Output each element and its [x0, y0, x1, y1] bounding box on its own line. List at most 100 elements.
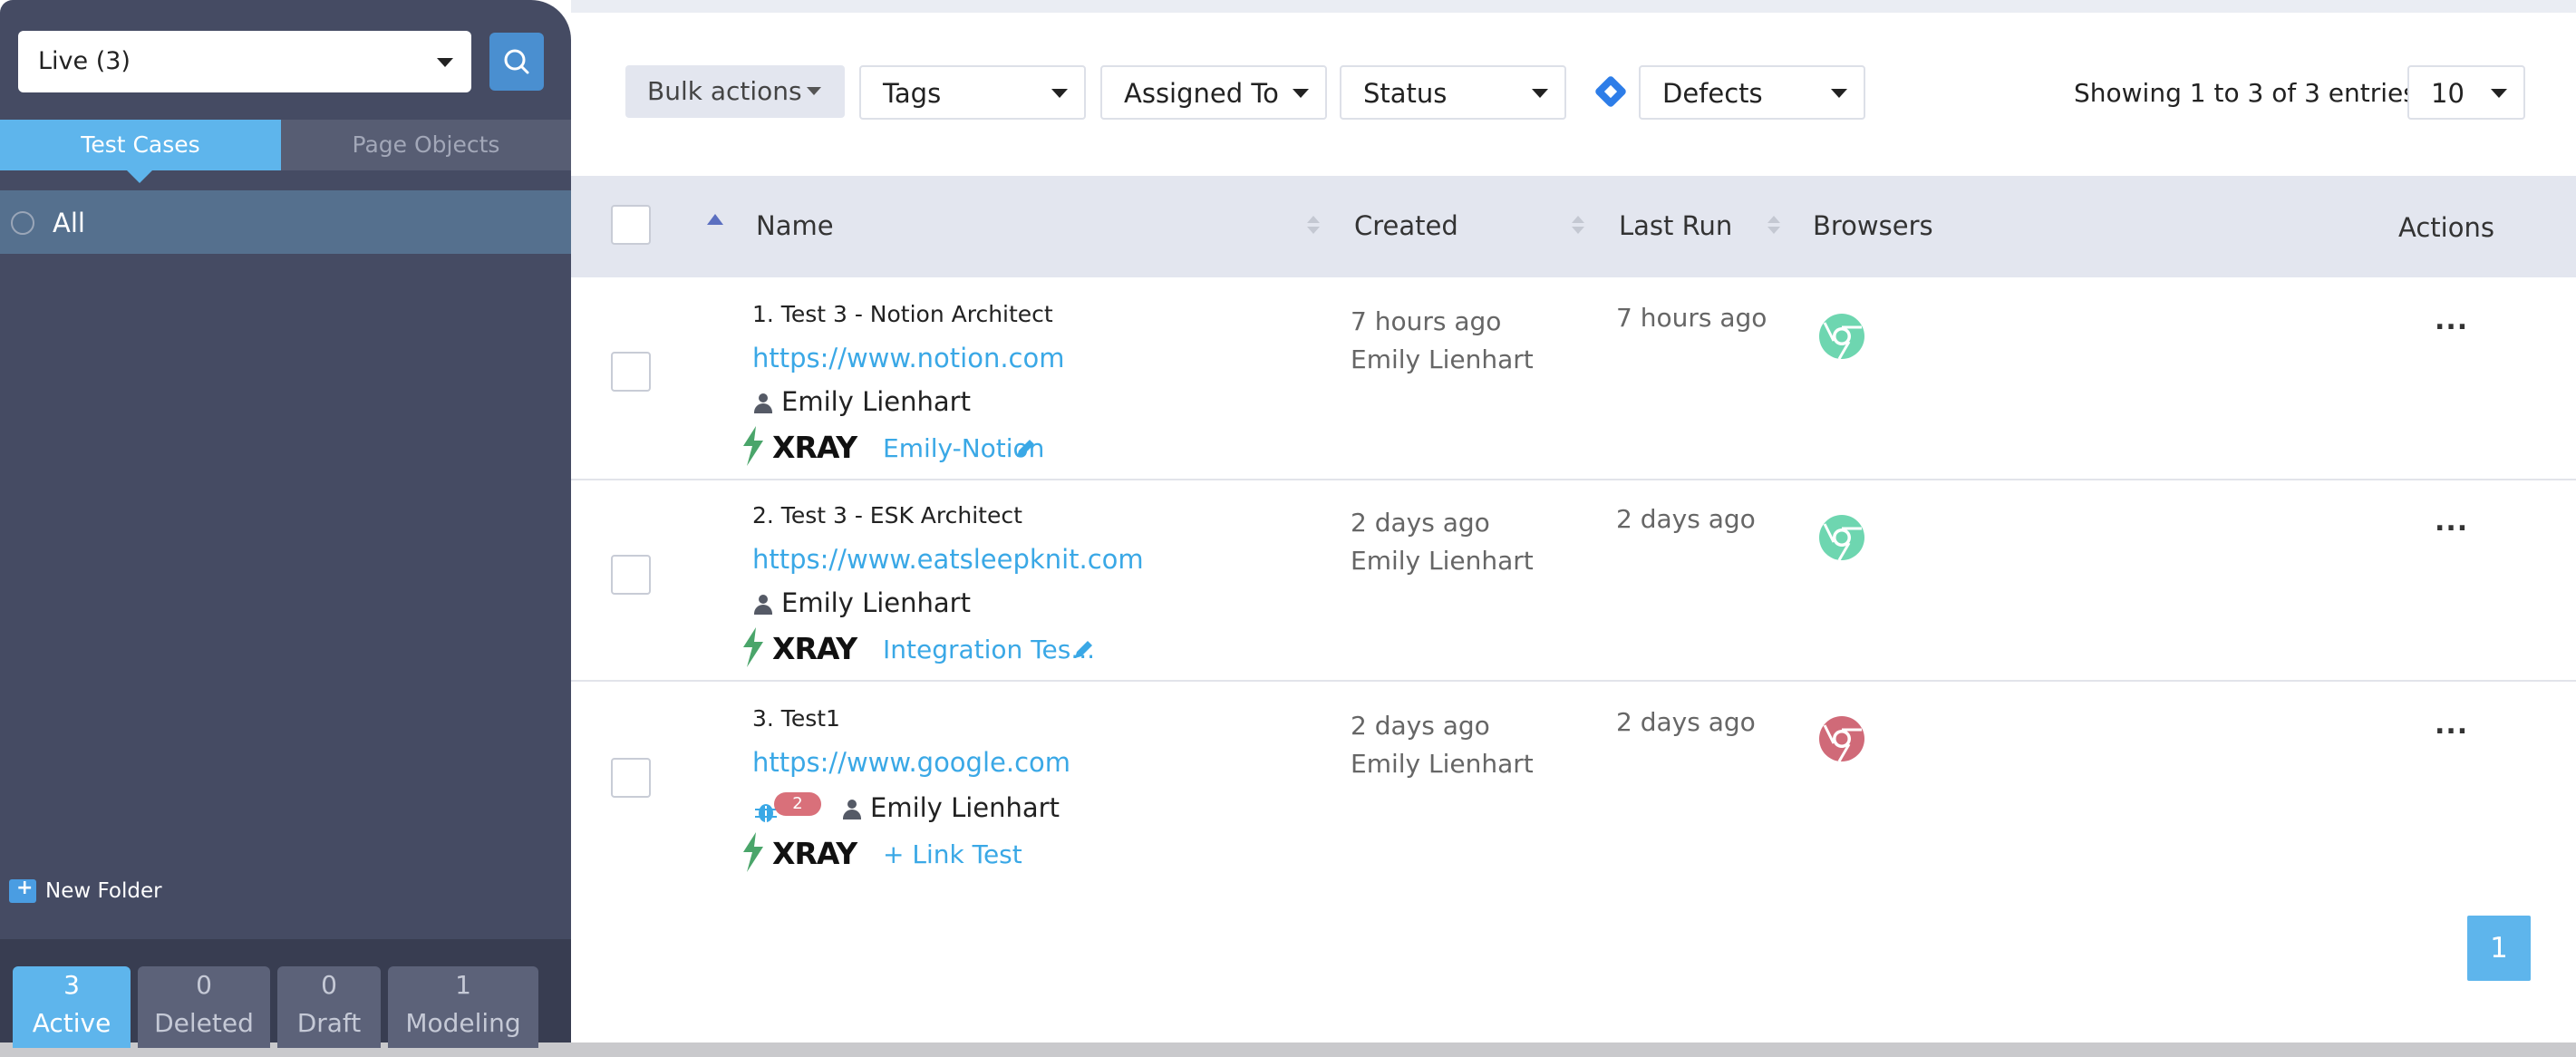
- select-all-checkbox[interactable]: [611, 205, 651, 245]
- edit-pencil-icon[interactable]: [1013, 437, 1037, 461]
- xray-bolt-icon: [743, 627, 763, 667]
- page-size-value: 10: [2431, 78, 2465, 109]
- row-actions-menu[interactable]: ...: [2435, 305, 2468, 336]
- xray-bolt-icon: [743, 426, 763, 466]
- created-info: 7 hours ago Emily Lienhart: [1351, 303, 1534, 379]
- sidebar-tabs: Test Cases Page Objects: [0, 120, 571, 183]
- created-by: Emily Lienhart: [1351, 749, 1534, 779]
- xray-logo: XRAY: [772, 631, 857, 666]
- owner-name: Emily Lienhart: [870, 792, 1060, 823]
- page-size-select[interactable]: 10: [2407, 65, 2525, 120]
- pagination-page-1[interactable]: 1: [2467, 916, 2531, 981]
- count-value: 0: [196, 970, 212, 1000]
- test-name[interactable]: 1. Test 3 - Notion Architect: [752, 301, 1053, 327]
- created-by: Emily Lienhart: [1351, 344, 1534, 374]
- folder-item-all[interactable]: All: [0, 190, 571, 254]
- xray-logo: XRAY: [772, 430, 857, 465]
- sort-icon[interactable]: [1767, 227, 1780, 234]
- top-divider: [571, 0, 2576, 13]
- last-run: 7 hours ago: [1616, 303, 1767, 333]
- count-label: Deleted: [154, 1008, 254, 1038]
- chrome-icon[interactable]: [1817, 312, 1866, 361]
- bulk-actions-button[interactable]: Bulk actions: [625, 65, 845, 118]
- created-time: 2 days ago: [1351, 711, 1490, 741]
- test-url[interactable]: https://www.notion.com: [752, 343, 1065, 373]
- test-name[interactable]: 3. Test1: [752, 705, 840, 732]
- radio-icon: [11, 211, 34, 235]
- xray-bolt-icon: [743, 832, 763, 872]
- status-dropdown[interactable]: Status: [1340, 65, 1566, 120]
- owner-name: Emily Lienhart: [781, 587, 971, 618]
- count-value: 0: [321, 970, 337, 1000]
- defects-badge[interactable]: 2: [752, 792, 830, 827]
- last-run: 2 days ago: [1616, 504, 1756, 534]
- xray-logo: XRAY: [772, 836, 857, 871]
- sort-asc-icon[interactable]: [707, 214, 723, 225]
- project-select[interactable]: Live (3): [18, 31, 471, 92]
- count-label: Active: [32, 1008, 111, 1038]
- sidebar: Live (3) Test Cases Page Objects All New…: [0, 0, 571, 1048]
- status-counts: 3 Active 0 Deleted 0 Draft 1 Modeling: [0, 939, 571, 1048]
- sort-icon[interactable]: [1307, 227, 1320, 234]
- created-info: 2 days ago Emily Lienhart: [1351, 504, 1534, 580]
- chevron-down-icon: [807, 87, 821, 95]
- user-icon: [754, 595, 772, 615]
- count-value: 1: [455, 970, 471, 1000]
- tab-test-cases[interactable]: Test Cases: [0, 120, 281, 183]
- header-name[interactable]: Name: [756, 210, 834, 241]
- entries-info: Showing 1 to 3 of 3 entries: [2074, 78, 2416, 108]
- test-url[interactable]: https://www.google.com: [752, 747, 1070, 778]
- user-icon: [843, 800, 861, 819]
- project-select-value: Live (3): [38, 47, 131, 75]
- header-browsers: Browsers: [1813, 210, 1933, 241]
- sort-icon[interactable]: [1767, 216, 1780, 223]
- sort-icon[interactable]: [1572, 216, 1584, 223]
- chevron-down-icon: [1051, 89, 1068, 98]
- count-modeling[interactable]: 1 Modeling: [388, 966, 538, 1048]
- chrome-icon[interactable]: [1817, 714, 1866, 763]
- table-row: 1. Test 3 - Notion Architect https://www…: [571, 279, 2576, 480]
- sort-icon[interactable]: [1572, 227, 1584, 234]
- created-time: 7 hours ago: [1351, 306, 1502, 336]
- assigned-to-dropdown[interactable]: Assigned To: [1100, 65, 1327, 120]
- row-checkbox[interactable]: [611, 555, 651, 595]
- header-last-run[interactable]: Last Run: [1619, 210, 1732, 241]
- user-icon: [754, 393, 772, 413]
- created-by: Emily Lienhart: [1351, 546, 1534, 576]
- count-active[interactable]: 3 Active: [13, 966, 131, 1048]
- defects-label: Defects: [1662, 78, 1763, 109]
- tags-dropdown[interactable]: Tags: [859, 65, 1086, 120]
- chevron-down-icon: [2491, 89, 2507, 98]
- test-url[interactable]: https://www.eatsleepknit.com: [752, 544, 1144, 575]
- defects-dropdown[interactable]: Defects: [1639, 65, 1865, 120]
- chevron-down-icon: [1532, 89, 1548, 98]
- xray-test-link[interactable]: Integration Tes...: [883, 635, 1095, 664]
- count-draft[interactable]: 0 Draft: [277, 966, 381, 1048]
- table-row: 3. Test1 https://www.google.com 2 Emily …: [571, 684, 2576, 885]
- chrome-icon[interactable]: [1817, 513, 1866, 562]
- header-actions: Actions: [2398, 212, 2494, 243]
- last-run: 2 days ago: [1616, 707, 1756, 737]
- search-button[interactable]: [489, 33, 544, 91]
- link-test-button[interactable]: + Link Test: [883, 839, 1022, 869]
- test-name[interactable]: 2. Test 3 - ESK Architect: [752, 502, 1022, 528]
- table-row: 2. Test 3 - ESK Architect https://www.ea…: [571, 480, 2576, 682]
- header-created[interactable]: Created: [1354, 210, 1458, 241]
- count-value: 3: [63, 970, 80, 1000]
- row-actions-menu[interactable]: ...: [2435, 506, 2468, 538]
- edit-pencil-icon[interactable]: [1071, 638, 1095, 662]
- bulk-actions-label: Bulk actions: [647, 76, 802, 106]
- created-info: 2 days ago Emily Lienhart: [1351, 707, 1534, 783]
- app-frame: Live (3) Test Cases Page Objects All New…: [0, 0, 2576, 1048]
- row-checkbox[interactable]: [611, 352, 651, 392]
- count-label: Draft: [296, 1008, 362, 1038]
- row-actions-menu[interactable]: ...: [2435, 709, 2468, 741]
- count-deleted[interactable]: 0 Deleted: [138, 966, 270, 1048]
- defect-count: 2: [774, 792, 821, 816]
- chevron-down-icon: [1831, 89, 1847, 98]
- folder-label: All: [53, 208, 85, 238]
- status-label: Status: [1363, 78, 1448, 109]
- sort-icon[interactable]: [1307, 216, 1320, 223]
- row-checkbox[interactable]: [611, 758, 651, 798]
- tab-page-objects[interactable]: Page Objects: [281, 120, 571, 170]
